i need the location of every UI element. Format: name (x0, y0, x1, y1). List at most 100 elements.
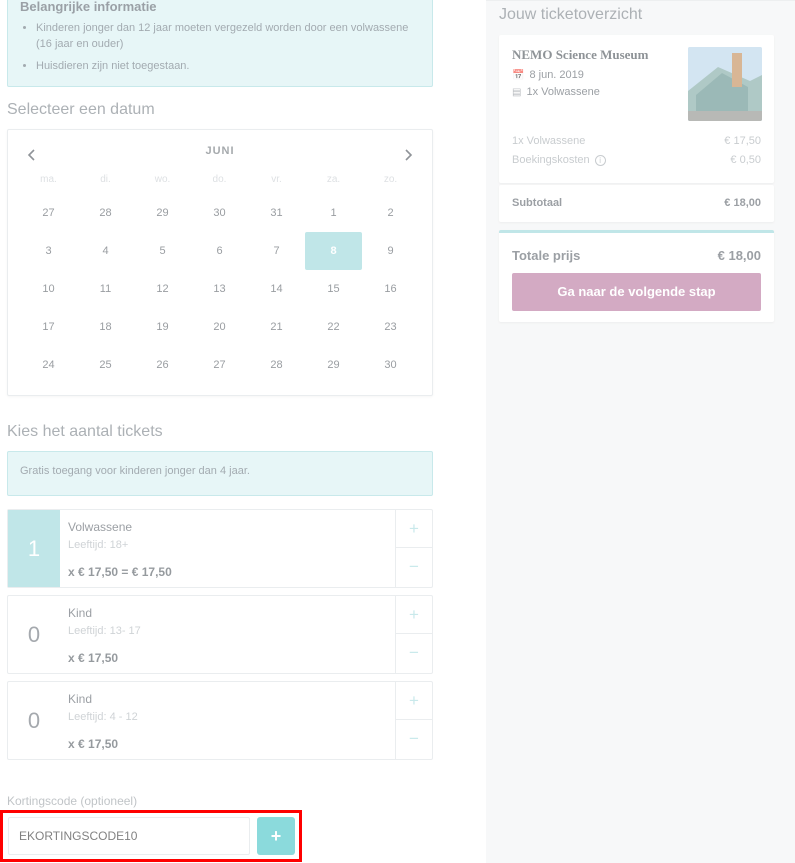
calendar-day[interactable]: 18 (77, 308, 134, 346)
important-info-list: Kinderen jonger dan 12 jaar moeten verge… (20, 20, 420, 74)
subtotal-card: Subtotaal € 18,00 (499, 185, 774, 222)
calendar-day[interactable]: 28 (77, 194, 134, 232)
calendar-day[interactable]: 17 (20, 308, 77, 346)
next-step-button[interactable]: Ga naar de volgende stap (512, 273, 761, 311)
museum-name: NEMO Science Museum (512, 47, 649, 62)
price-line-amount: € 0,50 (730, 154, 761, 166)
total-row: Totale prijs € 18,00 (512, 248, 761, 263)
calendar-day[interactable]: 30 (191, 194, 248, 232)
overview-title: Jouw ticketoverzicht (499, 6, 643, 23)
date-section-title: Selecteer een datum (7, 101, 155, 118)
weekday-label: vr. (271, 174, 282, 185)
increment-button[interactable]: + (396, 596, 432, 634)
ticket-price: x € 17,50 (68, 737, 119, 751)
decrement-button[interactable]: − (396, 548, 432, 586)
calendar-grid: ma. di. wo. do. vr. za. zo. 27 28 29 30 31 1 2 3 4 5 6 7 8 9… (20, 174, 420, 384)
price-line-label: Boekingskosten (512, 154, 590, 166)
visit-date-text: 8 jun. 2019 (529, 69, 584, 81)
subtotal-label: Subtotaal (512, 197, 563, 209)
weekday-label: ma. (40, 174, 57, 185)
calendar-day[interactable]: 8 (305, 232, 362, 270)
calendar-day[interactable]: 12 (134, 270, 191, 308)
discount-label: Kortingscode (optioneel) (7, 794, 138, 808)
increment-button[interactable]: + (396, 510, 432, 548)
weekday-label: di. (100, 174, 111, 185)
price-line-adult: 1x Volwassene € 17,50 (512, 135, 761, 147)
calendar-day[interactable]: 21 (248, 308, 305, 346)
important-info-title: Belangrijke informatie (20, 0, 157, 14)
ticket-summary-text: 1x Volwassene (526, 86, 600, 98)
total-card: Totale prijs € 18,00 Ga naar de volgende… (499, 230, 774, 322)
info-icon[interactable]: i (594, 155, 606, 166)
tickets-section-title: Kies het aantal tickets (7, 423, 163, 440)
calendar-day[interactable]: 3 (20, 232, 77, 270)
calendar-day[interactable]: 1 (305, 194, 362, 232)
weekday-label: zo. (383, 174, 398, 185)
info-item: Kinderen jonger dan 12 jaar moeten verge… (36, 20, 420, 52)
calendar-day[interactable]: 26 (134, 346, 191, 384)
calendar-day[interactable]: 27 (20, 194, 77, 232)
ticket-overview-panel: Jouw ticketoverzicht NEMO Science Museum… (486, 0, 795, 863)
discount-code-input[interactable] (8, 817, 250, 855)
price-line-booking-fee: Boekingskosten i € 0,50 (512, 154, 761, 166)
quantity-stepper: + − (395, 596, 432, 673)
calendar-day[interactable]: 22 (305, 308, 362, 346)
ticket-row-child-4-12: 0 Kind Leeftijd: 4 - 12 x € 17,50 + − (7, 681, 433, 760)
subtotal-amount: € 18,00 (724, 197, 761, 209)
calendar-day[interactable]: 19 (134, 308, 191, 346)
ticket-row-adult: 1 Volwassene Leeftijd: 18+ x € 17,50 = €… (7, 509, 433, 588)
calendar-day[interactable]: 20 (191, 308, 248, 346)
calendar-day[interactable]: 31 (248, 194, 305, 232)
calendar-day[interactable]: 10 (20, 270, 77, 308)
ticket-price: x € 17,50 (68, 651, 119, 665)
ticket-age: Leeftijd: 18+ (68, 539, 129, 551)
calendar-day[interactable]: 4 (77, 232, 134, 270)
quantity-stepper: + − (395, 510, 432, 587)
ticket-age: Leeftijd: 4 - 12 (68, 711, 138, 723)
calendar-day[interactable]: 7 (248, 232, 305, 270)
calendar-day[interactable]: 16 (362, 270, 419, 308)
important-info-box: Belangrijke informatie Kinderen jonger d… (7, 0, 433, 87)
calendar-day[interactable]: 25 (77, 346, 134, 384)
calendar-day[interactable]: 23 (362, 308, 419, 346)
calendar-day[interactable]: 2 (362, 194, 419, 232)
calendar-day[interactable]: 11 (77, 270, 134, 308)
calendar-day[interactable]: 29 (134, 194, 191, 232)
calendar: JUNI ma. di. wo. do. vr. za. zo. 27 28 29 30 31 1 2 3 4… (7, 129, 433, 396)
apply-discount-button[interactable]: + (257, 817, 295, 855)
calendar-day[interactable]: 6 (191, 232, 248, 270)
ticket-name: Kind (68, 692, 93, 706)
decrement-button[interactable]: − (396, 634, 432, 672)
calendar-day[interactable]: 28 (248, 346, 305, 384)
weekday-label: za. (326, 174, 341, 185)
free-entry-notice: Gratis toegang voor kinderen jonger dan … (7, 451, 433, 496)
weekday-label: wo. (154, 174, 171, 185)
calendar-day[interactable]: 29 (305, 346, 362, 384)
calendar-day[interactable]: 9 (362, 232, 419, 270)
calendar-day[interactable]: 13 (191, 270, 248, 308)
decrement-button[interactable]: − (396, 720, 432, 758)
ticket-quantity: 0 (27, 622, 41, 647)
ticket-age: Leeftijd: 13- 17 (68, 625, 141, 637)
ticket-name: Volwassene (68, 520, 133, 534)
ticket-icon: ▤ (512, 87, 522, 98)
calendar-day[interactable]: 14 (248, 270, 305, 308)
chevron-right-icon[interactable] (403, 146, 415, 167)
quantity-stepper: + − (395, 682, 432, 759)
visit-date: 📅 8 jun. 2019 (512, 69, 584, 81)
calendar-day[interactable]: 24 (20, 346, 77, 384)
total-amount: € 18,00 (717, 248, 761, 263)
calendar-day[interactable]: 5 (134, 232, 191, 270)
museum-image (688, 47, 762, 121)
info-item: Huisdieren zijn niet toegestaan. (36, 58, 420, 74)
calendar-day[interactable]: 30 (362, 346, 419, 384)
weekday-label: do. (212, 174, 227, 185)
price-line-amount: € 17,50 (724, 135, 761, 147)
total-label: Totale prijs (512, 248, 581, 263)
ticket-quantity: 0 (27, 708, 41, 733)
ticket-summary: ▤ 1x Volwassene (512, 86, 600, 98)
calendar-day[interactable]: 15 (305, 270, 362, 308)
ticket-price: x € 17,50 = € 17,50 (68, 565, 172, 579)
calendar-day[interactable]: 27 (191, 346, 248, 384)
increment-button[interactable]: + (396, 682, 432, 720)
